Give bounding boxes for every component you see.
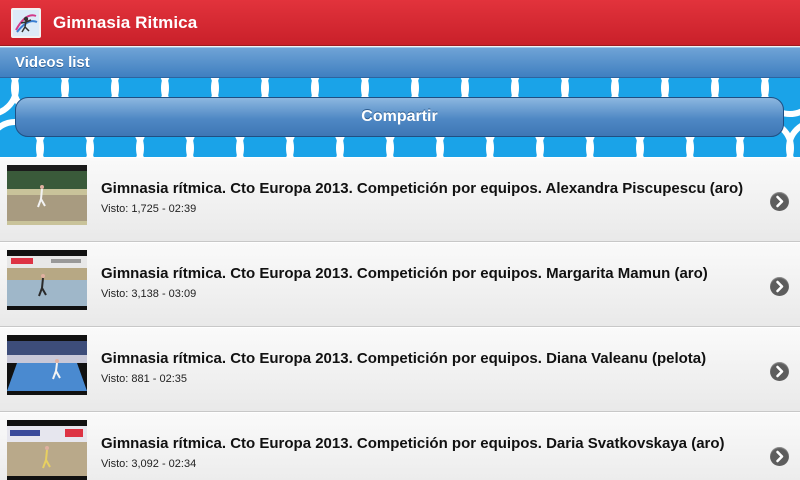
chevron-right-icon[interactable] (770, 447, 789, 466)
videos-list-label: Videos list (15, 54, 90, 71)
video-list-item[interactable]: Gimnasia rítmica. Cto Europa 2013. Compe… (0, 412, 800, 480)
chevron-right-icon[interactable] (770, 192, 789, 211)
video-title: Gimnasia rítmica. Cto Europa 2013. Compe… (101, 265, 708, 282)
video-title: Gimnasia rítmica. Cto Europa 2013. Compe… (101, 180, 744, 197)
chevron-right-icon[interactable] (770, 277, 789, 296)
gymnast-logo-icon (11, 7, 41, 38)
video-meta: Visto: 3,138 - 03:09 (101, 288, 197, 300)
video-list-item[interactable]: Gimnasia rítmica. Cto Europa 2013. Compe… (0, 327, 800, 412)
video-thumbnail (7, 335, 87, 395)
video-thumbnail (7, 250, 87, 310)
video-title: Gimnasia rítmica. Cto Europa 2013. Compe… (101, 350, 707, 367)
app-title: Gimnasia Ritmica (53, 12, 198, 32)
share-banner: Compartir (0, 78, 800, 158)
chevron-right-icon[interactable] (770, 362, 789, 381)
video-title: Gimnasia rítmica. Cto Europa 2013. Compe… (101, 435, 725, 452)
title-bar: Gimnasia Ritmica (0, 0, 800, 46)
video-list-item[interactable]: Gimnasia rítmica. Cto Europa 2013. Compe… (0, 157, 800, 242)
video-meta: Visto: 881 - 02:35 (101, 373, 188, 385)
video-meta: Visto: 3,092 - 02:34 (101, 458, 197, 470)
videos-list: Gimnasia rítmica. Cto Europa 2013. Compe… (0, 157, 800, 480)
video-thumbnail (7, 165, 87, 225)
video-list-item[interactable]: Gimnasia rítmica. Cto Europa 2013. Compe… (0, 242, 800, 327)
videos-list-header: Videos list (0, 47, 800, 78)
video-thumbnail (7, 420, 87, 480)
video-meta: Visto: 1,725 - 02:39 (101, 203, 197, 215)
share-button[interactable]: Compartir (15, 97, 784, 137)
